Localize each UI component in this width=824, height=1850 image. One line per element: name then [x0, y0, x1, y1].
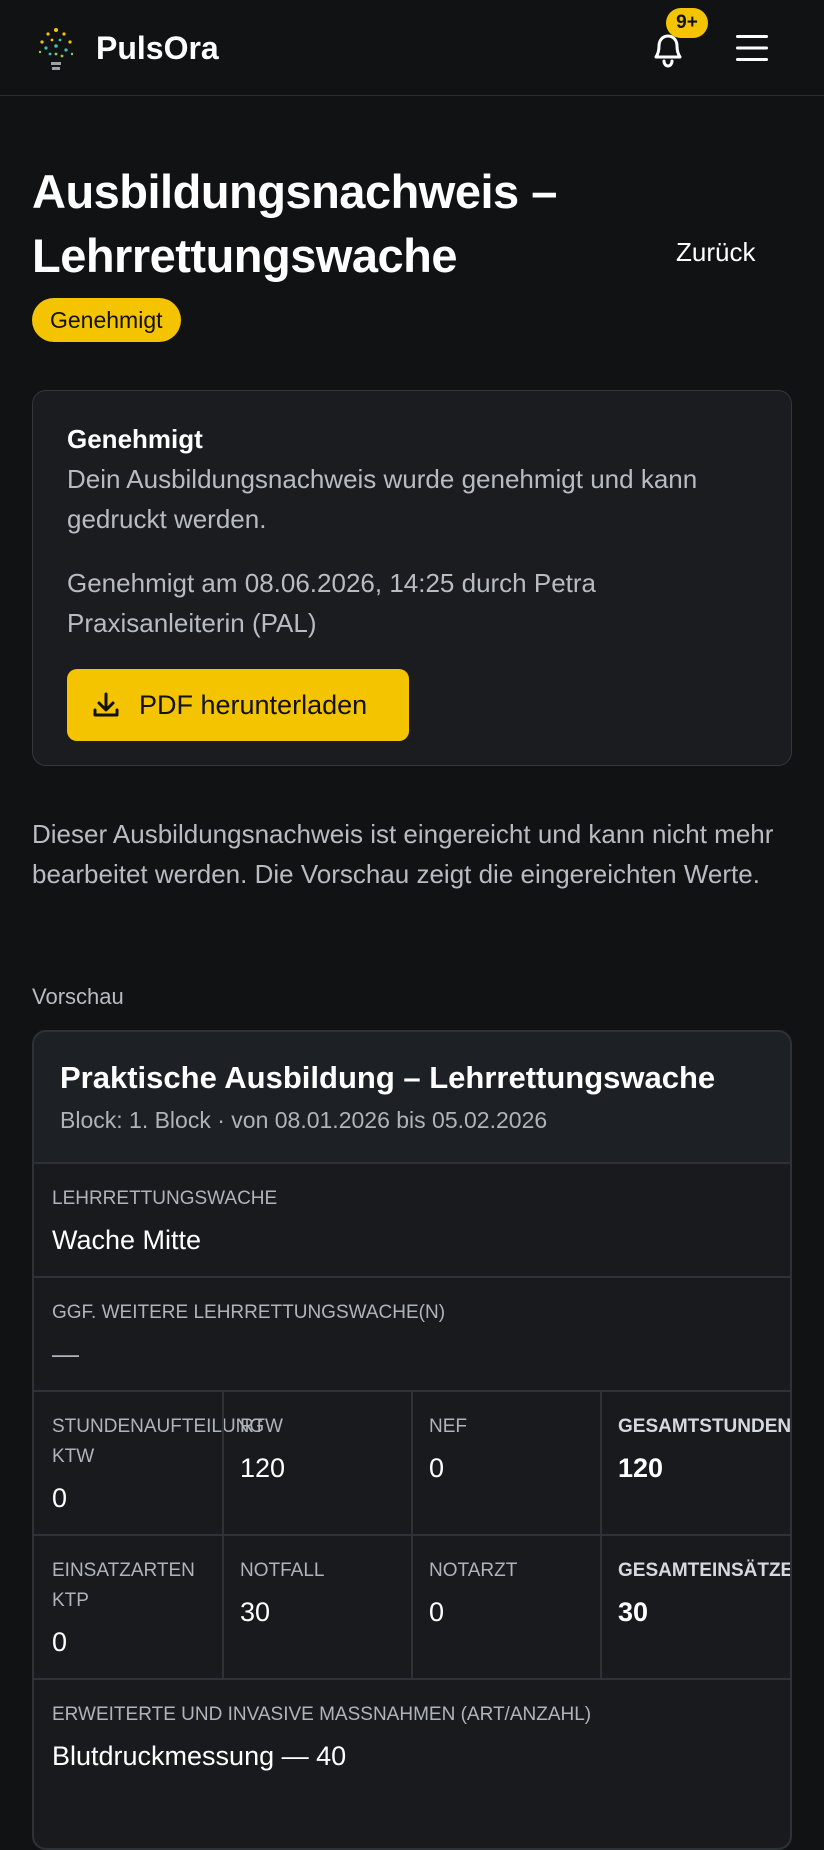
- approval-heading: Genehmigt: [67, 424, 203, 454]
- approval-text: Dein Ausbildungsnachweis wurde genehmigt…: [67, 464, 698, 534]
- preview-title: Praktische Ausbildung – Lehrrettungswach…: [60, 1060, 716, 1095]
- station-cell: Lehrrettungswache Wache Mitte: [34, 1164, 790, 1278]
- missions-ktp-label: Einsatzarten KTP: [52, 1560, 195, 1611]
- preview-section-label: Vorschau: [32, 984, 124, 1009]
- preview-subtitle: Block: 1. Block · von 08.01.2026 bis 05.…: [60, 1107, 548, 1133]
- hours-rtw-label: RTW: [240, 1416, 283, 1437]
- hours-nef-label: NEF: [429, 1416, 467, 1437]
- missions-notfall-value: 30: [240, 1597, 271, 1627]
- hours-total-label: Gesamtstunden: [618, 1416, 792, 1437]
- missions-notarzt-value: 0: [429, 1597, 445, 1627]
- column-divider: [222, 1392, 224, 1534]
- readonly-notice: Dieser Ausbildungsnachweis ist eingereic…: [32, 819, 774, 889]
- notification-count-badge: 9+: [666, 8, 708, 38]
- page-title: Ausbildungsnachweis – Lehrrettungswache: [32, 165, 557, 282]
- logo-icon: [38, 28, 74, 70]
- hamburger-menu-icon[interactable]: [734, 30, 770, 66]
- missions-total-value: 30: [618, 1597, 649, 1627]
- more-stations-label: ggf. weitere Lehrrettungswache(n): [52, 1302, 446, 1323]
- approval-card: Genehmigt Dein Ausbildungsnachweis wurde…: [32, 390, 792, 766]
- hours-rtw-value: 120: [240, 1453, 286, 1483]
- column-divider: [222, 1536, 224, 1678]
- column-divider: [600, 1392, 602, 1534]
- column-divider: [600, 1536, 602, 1678]
- back-link[interactable]: Zurück: [676, 234, 755, 270]
- column-divider: [411, 1536, 413, 1678]
- column-divider: [411, 1392, 413, 1534]
- approval-meta: Genehmigt am 08.06.2026, 14:25 durch Pet…: [67, 568, 597, 638]
- station-value: Wache Mitte: [52, 1225, 202, 1255]
- missions-notfall-label: Notfall: [240, 1560, 325, 1581]
- top-bar: PulsOra 9+: [0, 0, 824, 96]
- missions-row: Einsatzarten KTP 0 Notfall 30 Notarzt 0 …: [34, 1536, 792, 1680]
- measures-label: Erweiterte und invasive Massnahmen (Art/…: [52, 1704, 592, 1725]
- pdf-download-label: PDF herunterladen: [139, 689, 368, 720]
- more-stations-value: —: [52, 1339, 79, 1369]
- download-icon: [93, 692, 119, 717]
- missions-ktp-value: 0: [52, 1627, 68, 1657]
- hours-ktw-value: 0: [52, 1483, 68, 1513]
- hours-ktw-label: Stundenaufteilung KTW: [52, 1416, 265, 1467]
- missions-notarzt-label: Notarzt: [429, 1560, 518, 1581]
- missions-total-label: Gesamteinsätze: [618, 1560, 792, 1581]
- status-badge: Genehmigt: [32, 298, 181, 342]
- measures-cell: Erweiterte und invasive Massnahmen (Art/…: [34, 1680, 790, 1848]
- more-stations-cell: ggf. weitere Lehrrettungswache(n) —: [34, 1278, 790, 1392]
- station-label: Lehrrettungswache: [52, 1188, 278, 1209]
- hours-total-value: 120: [618, 1453, 664, 1483]
- hours-row: Stundenaufteilung KTW 0 RTW 120 NEF 0 Ge…: [34, 1392, 792, 1536]
- preview-card: Praktische Ausbildung – Lehrrettungswach…: [32, 1030, 792, 1850]
- pdf-download-button[interactable]: PDF herunterladen: [67, 669, 409, 741]
- brand-name: PulsOra: [96, 30, 219, 66]
- measures-value: Blutdruckmessung — 40: [52, 1741, 347, 1771]
- hours-nef-value: 0: [429, 1453, 445, 1483]
- preview-header: Praktische Ausbildung – Lehrrettungswach…: [34, 1032, 790, 1164]
